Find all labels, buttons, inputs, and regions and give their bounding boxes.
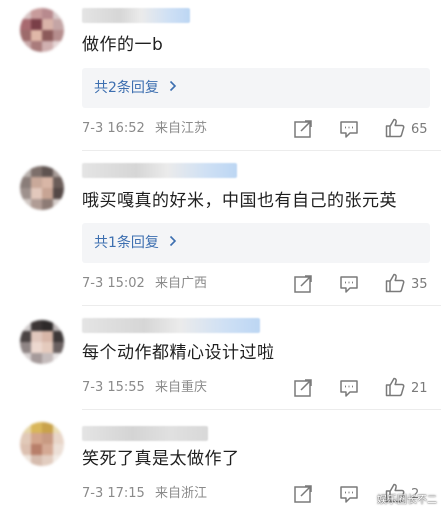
location: 来自浙江 [154, 486, 207, 501]
like-count: 65 [411, 122, 428, 137]
avatar[interactable] [20, 8, 64, 52]
comment-text: 做作的一b [82, 35, 164, 55]
comment-icon[interactable] [338, 118, 360, 140]
timestamp: 7-3 15:02 [82, 276, 145, 291]
timestamp: 7-3 15:55 [82, 380, 145, 395]
view-replies-link[interactable]: 共2条回复 [94, 78, 177, 98]
comment-text: 哦买嘎真的好米，中国也有自己的张元英 [82, 191, 397, 211]
comment-text: 每个动作都精心设计过啦 [82, 343, 275, 363]
reply-thread-box[interactable]: 共2条回复 [82, 68, 430, 108]
divider [82, 305, 441, 306]
comment-meta: 7-3 15:55 来自重庆 [82, 379, 207, 397]
comment-text: 笑死了真是太做作了 [82, 449, 240, 469]
username-blurred[interactable] [82, 163, 237, 178]
divider [82, 409, 441, 410]
timestamp: 7-3 16:52 [82, 121, 145, 136]
chevron-right-icon [169, 78, 177, 98]
like-count: 21 [411, 381, 428, 396]
like-count: 35 [411, 277, 428, 292]
comment-meta: 7-3 16:52 来自江苏 [82, 120, 207, 138]
location: 来自重庆 [154, 380, 207, 395]
avatar[interactable] [20, 422, 64, 466]
location: 来自广西 [154, 276, 207, 291]
comment-meta: 7-3 15:02 来自广西 [82, 275, 207, 293]
reply-count-label: 共1条回复 [94, 235, 159, 251]
comment-meta: 7-3 17:15 来自浙江 [82, 485, 207, 503]
share-icon[interactable] [292, 483, 314, 505]
share-icon[interactable] [292, 377, 314, 399]
thumbs-up-icon[interactable] [384, 272, 406, 294]
divider [82, 150, 441, 151]
avatar[interactable] [20, 166, 64, 210]
comment-icon[interactable] [338, 483, 360, 505]
reply-thread-box[interactable]: 共1条回复 [82, 223, 430, 263]
comment-icon[interactable] [338, 273, 360, 295]
username-blurred[interactable] [82, 318, 260, 333]
thumbs-up-icon[interactable] [384, 117, 406, 139]
share-icon[interactable] [292, 273, 314, 295]
reply-count-label: 共2条回复 [94, 80, 159, 96]
watermark: 娱乐圈长不二 [377, 495, 437, 506]
username-blurred[interactable] [82, 8, 190, 23]
thumbs-up-icon[interactable] [384, 376, 406, 398]
timestamp: 7-3 17:15 [82, 486, 145, 501]
avatar[interactable] [20, 320, 64, 364]
username-blurred[interactable] [82, 426, 208, 441]
share-icon[interactable] [292, 118, 314, 140]
view-replies-link[interactable]: 共1条回复 [94, 233, 177, 253]
location: 来自江苏 [154, 121, 207, 136]
comment-icon[interactable] [338, 377, 360, 399]
chevron-right-icon [169, 233, 177, 253]
